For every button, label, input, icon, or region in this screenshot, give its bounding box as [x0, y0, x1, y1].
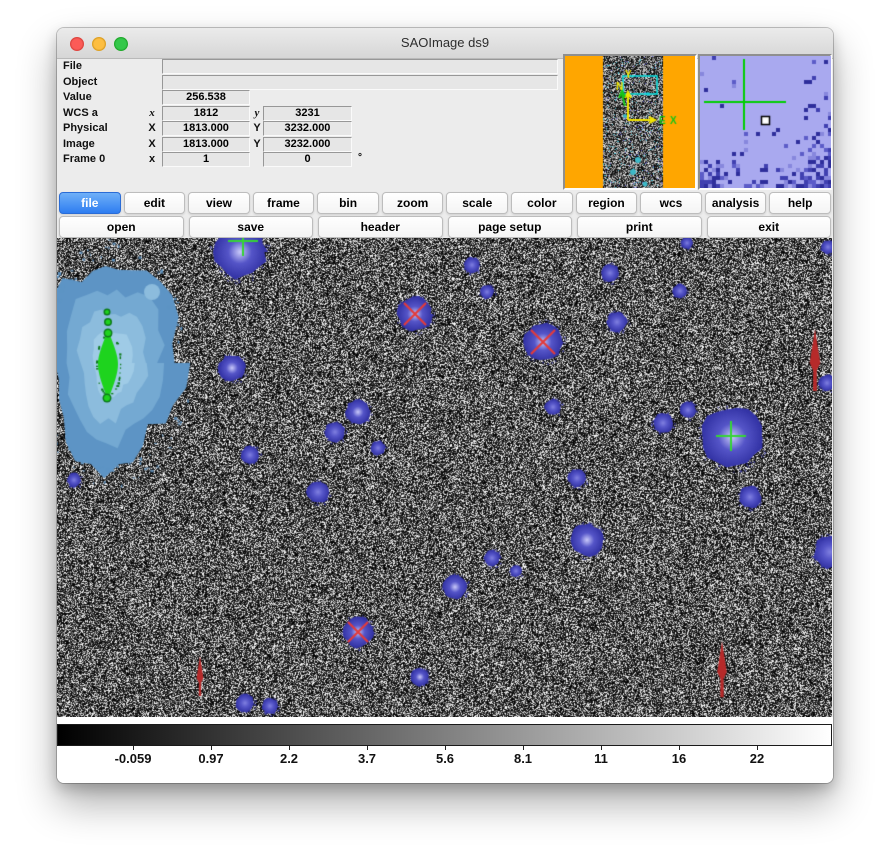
- physical-x-field: 1813.000: [162, 121, 250, 136]
- menu-file-button[interactable]: file: [59, 192, 121, 214]
- open-button[interactable]: open: [59, 216, 184, 238]
- file-field: [162, 59, 558, 74]
- frame-x-label: x: [145, 153, 159, 165]
- menu-wcs-button[interactable]: wcs: [640, 192, 702, 214]
- value-label: Value: [63, 91, 92, 103]
- image-x-label: X: [145, 138, 159, 150]
- object-field: [162, 75, 558, 90]
- file-actions-bar: open save header page setup print exit: [59, 216, 831, 238]
- object-row: Object: [57, 75, 567, 90]
- frame-label: Frame 0: [63, 153, 105, 165]
- colorbar-gradient[interactable]: [57, 724, 832, 746]
- menu-bar: file edit view frame bin zoom scale colo…: [59, 192, 831, 214]
- magnifier-frame: [698, 54, 832, 190]
- wcs-x-label: x: [145, 107, 159, 119]
- menu-analysis-button[interactable]: analysis: [705, 192, 767, 214]
- file-row: File: [57, 59, 567, 74]
- frame-x-field: 1: [162, 152, 250, 167]
- image-x-field: 1813.000: [162, 137, 250, 152]
- physical-y-field: 3232.000: [263, 121, 352, 136]
- header-button[interactable]: header: [318, 216, 443, 238]
- value-field: 256.538: [162, 90, 250, 105]
- print-button[interactable]: print: [577, 216, 702, 238]
- app-window: SAOImage ds9 File Object Value 256.538 W…: [57, 28, 833, 783]
- wcs-y-field: 3231: [263, 106, 352, 121]
- minimize-button[interactable]: [92, 37, 106, 51]
- physical-y-label: Y: [250, 122, 264, 134]
- window-controls: [70, 37, 128, 51]
- menu-zoom-button[interactable]: zoom: [382, 192, 444, 214]
- menu-view-button[interactable]: view: [188, 192, 250, 214]
- physical-x-label: X: [145, 122, 159, 134]
- page-setup-button[interactable]: page setup: [448, 216, 573, 238]
- colorbar-panel: -0.059 0.97 2.2 3.7 5.6 8.1 11 16 22: [57, 717, 833, 783]
- image-label: Image: [63, 138, 95, 150]
- menu-scale-button[interactable]: scale: [446, 192, 508, 214]
- zoom-button[interactable]: [114, 37, 128, 51]
- magnifier-view[interactable]: [700, 56, 831, 188]
- frame-row: Frame 0 x 1 0 °: [57, 152, 567, 167]
- wcs-row: WCS a x 1812 y 3231: [57, 106, 567, 121]
- degree-symbol: °: [358, 152, 362, 163]
- object-label: Object: [63, 76, 97, 88]
- image-row: Image X 1813.000 Y 3232.000: [57, 137, 567, 152]
- value-row: Value 256.538: [57, 90, 567, 105]
- physical-label: Physical: [63, 122, 108, 134]
- menu-frame-button[interactable]: frame: [253, 192, 315, 214]
- menu-bin-button[interactable]: bin: [317, 192, 379, 214]
- menu-color-button[interactable]: color: [511, 192, 573, 214]
- menu-region-button[interactable]: region: [576, 192, 638, 214]
- close-button[interactable]: [70, 37, 84, 51]
- wcs-y-label: y: [250, 107, 264, 119]
- panner-view[interactable]: [565, 56, 695, 188]
- wcs-x-field: 1812: [162, 106, 250, 121]
- frame-angle-field: 0: [263, 152, 352, 167]
- save-button[interactable]: save: [189, 216, 314, 238]
- menu-help-button[interactable]: help: [769, 192, 831, 214]
- image-display[interactable]: [57, 238, 832, 717]
- physical-row: Physical X 1813.000 Y 3232.000: [57, 121, 567, 136]
- panner-frame: [563, 54, 697, 190]
- image-y-field: 3232.000: [263, 137, 352, 152]
- image-y-label: Y: [250, 138, 264, 150]
- exit-button[interactable]: exit: [707, 216, 832, 238]
- wcs-label: WCS a: [63, 107, 98, 119]
- menu-edit-button[interactable]: edit: [124, 192, 186, 214]
- file-label: File: [63, 60, 82, 72]
